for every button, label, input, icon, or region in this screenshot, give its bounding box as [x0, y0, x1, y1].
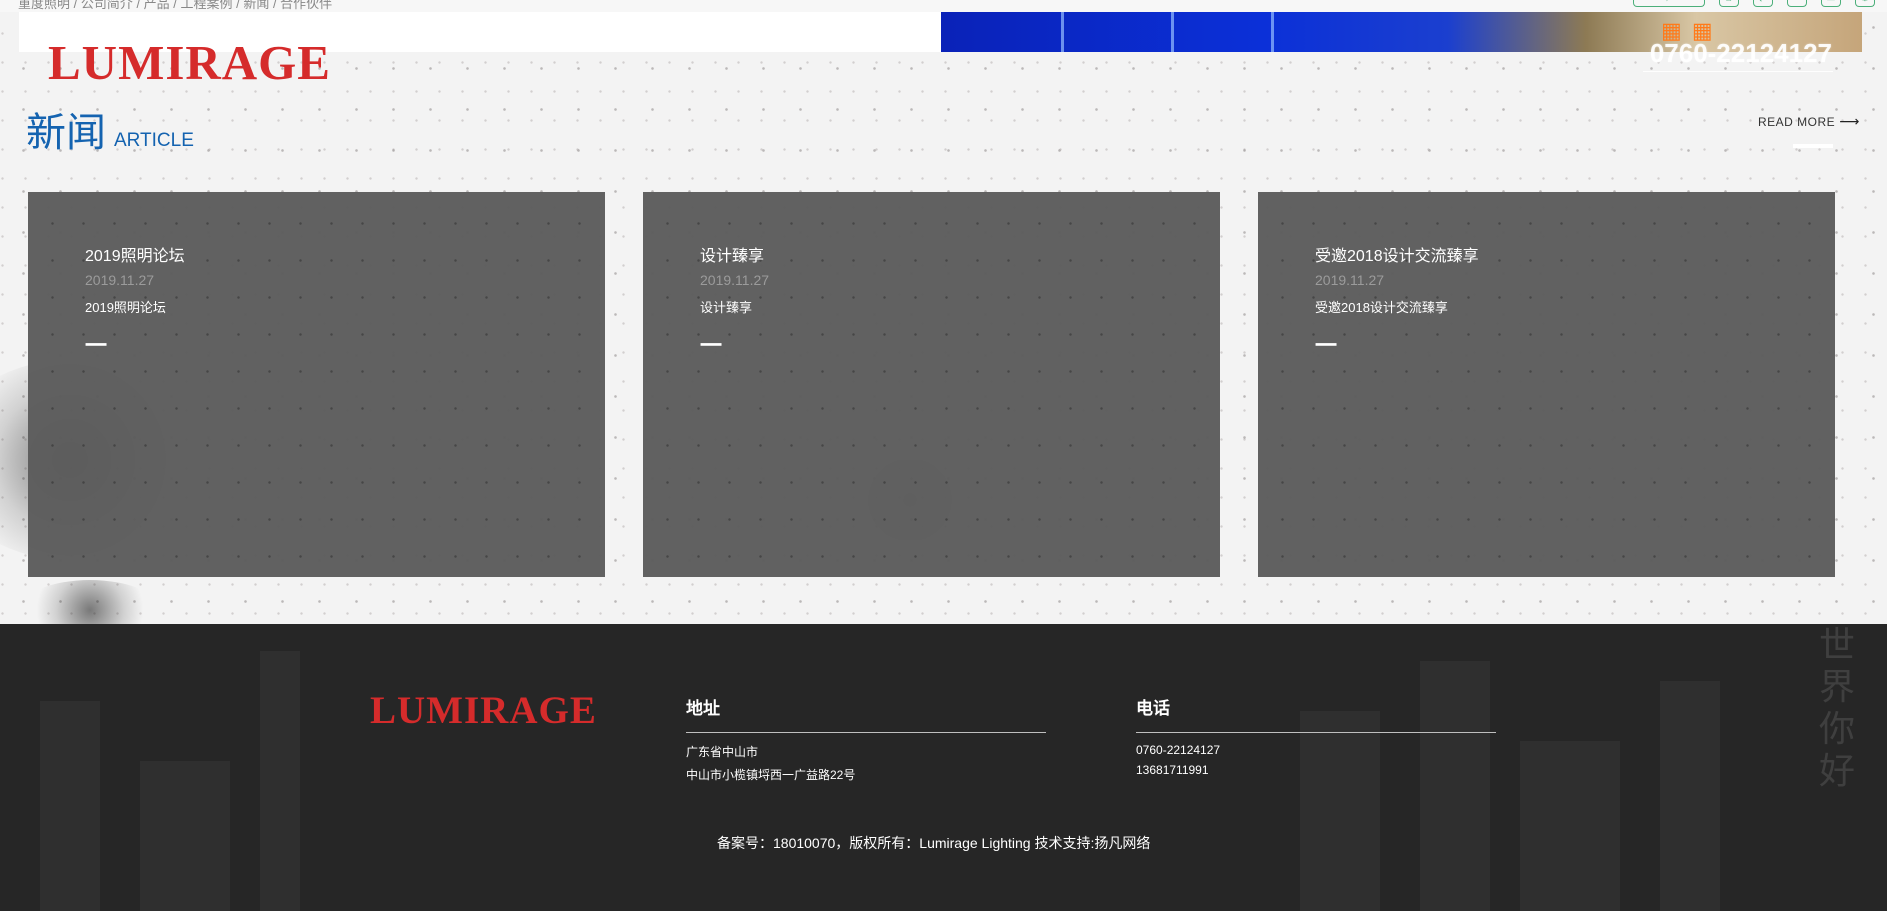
- header-phone: 0760-22124127: [1649, 38, 1832, 68]
- read-more-underline: [1793, 144, 1833, 148]
- top-icon[interactable]: ⚙: [1855, 0, 1875, 7]
- news-card-summary: 设计臻享: [700, 300, 753, 315]
- share-icon[interactable]: ⇄: [1753, 0, 1773, 7]
- search-icon[interactable]: ⌕: [1633, 0, 1705, 7]
- mail-icon[interactable]: ▭: [1821, 0, 1841, 7]
- site-footer: 世界你好 LUMIRAGE 地址 广东省中山市 中山市小榄镇埒西一广益路22号 …: [0, 624, 1887, 911]
- news-card-date: 2019.11.27: [1315, 272, 1385, 288]
- news-card-summary: 受邀2018设计交流臻享: [1315, 300, 1448, 315]
- home-icon[interactable]: ⌂: [1719, 0, 1739, 7]
- news-card-marker: 一: [1315, 333, 1338, 358]
- footer-address-heading: 地址: [686, 699, 720, 718]
- news-title-zh: 新闻: [26, 111, 106, 155]
- chat-icon[interactable]: ✉: [1787, 0, 1807, 7]
- footer-logo: LUMIRAGE: [370, 689, 597, 732]
- arrow-right-icon: ⟶: [1839, 113, 1860, 129]
- read-more-label: READ MORE: [1758, 115, 1836, 129]
- news-card-date: 2019.11.27: [700, 272, 770, 288]
- phone-underline: [1643, 71, 1833, 72]
- news-section-title: 新闻 ARTICLE: [26, 100, 194, 158]
- news-card-title[interactable]: 受邀2018设计交流臻享: [1315, 242, 1479, 266]
- news-card-title[interactable]: 设计臻享: [700, 242, 769, 266]
- top-icon-bar: ⌕ ⌂ ⇄ ✉ ▭ ⚙: [1633, 0, 1875, 7]
- footer-address-column: 地址 广东省中山市 中山市小榄镇埒西一广益路22号: [686, 694, 1046, 783]
- footer-phone-line: 13681711991: [1136, 763, 1209, 777]
- news-title-en: ARTICLE: [114, 130, 194, 151]
- footer-phone-line: 0760-22124127: [1136, 743, 1221, 757]
- news-card-title[interactable]: 2019照明论坛: [85, 242, 185, 266]
- news-card-marker: 一: [700, 333, 723, 358]
- footer-decor-chars: 世界你好: [1819, 624, 1856, 791]
- footer-phone-heading: 电话: [1136, 699, 1170, 718]
- news-card-date: 2019.11.27: [85, 272, 155, 288]
- news-card-summary: 2019照明论坛: [85, 300, 166, 315]
- news-card[interactable]: 设计臻享 2019.11.27 设计臻享 一: [643, 192, 1220, 577]
- divider: [686, 732, 1046, 733]
- header-logo[interactable]: LUMIRAGE: [48, 34, 331, 91]
- footer-address-line: 广东省中山市: [686, 745, 759, 759]
- news-card[interactable]: 受邀2018设计交流臻享 2019.11.27 受邀2018设计交流臻享 一: [1258, 192, 1835, 577]
- read-more-link[interactable]: READ MORE ⟶: [1758, 113, 1860, 130]
- news-card-marker: 一: [85, 333, 108, 358]
- footer-copyright: 备案号：18010070，版权所有：Lumirage Lighting 技术支持…: [717, 835, 1151, 851]
- footer-phone-column: 电话 0760-22124127 13681711991: [1136, 694, 1496, 777]
- top-nav-strip: 重度照明 / 公司简介 / 产品 / 工程案例 / 新闻 / 合作伙伴 ⌕ ⌂ …: [0, 0, 1887, 12]
- divider: [1136, 732, 1496, 733]
- top-breadcrumb[interactable]: 重度照明 / 公司简介 / 产品 / 工程案例 / 新闻 / 合作伙伴: [18, 0, 332, 12]
- footer-address-line: 中山市小榄镇埒西一广益路22号: [686, 768, 856, 782]
- news-card[interactable]: 2019照明论坛 2019.11.27 2019照明论坛 一: [28, 192, 605, 577]
